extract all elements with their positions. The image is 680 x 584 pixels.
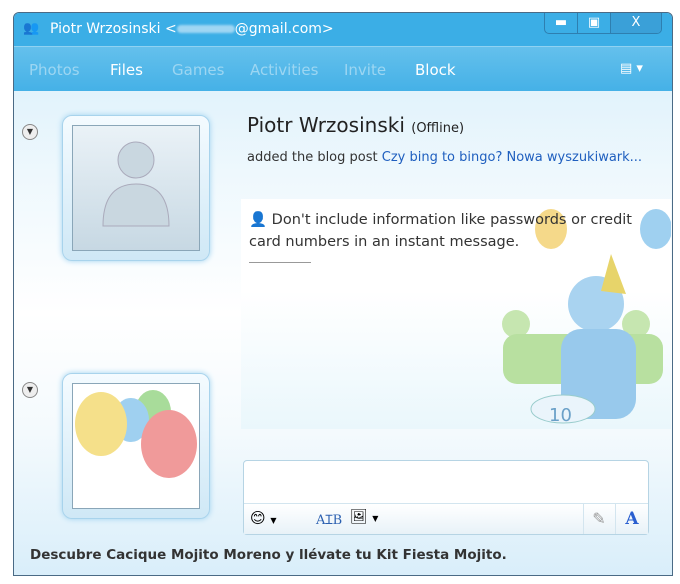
contact-name: Piotr Wrzosinski [247,113,405,137]
nav-photos[interactable]: Photos [29,61,80,79]
conversation-area: 10 👤 Don't include information like pass… [241,199,671,429]
title-name: Piotr Wrzosinski < [50,21,177,37]
cake-number: 10 [549,405,572,426]
collapse-my-picture[interactable]: ▼ [22,382,38,398]
nav-invite[interactable]: Invite [344,61,386,79]
title-email: @gmail.com> [234,21,334,37]
send-image-button[interactable]: 🖼 ▼ [350,509,378,525]
font-style-button[interactable]: AꞮB [316,510,342,528]
title-bar: 👥 Piotr Wrzosinski < @gmail.com> ▬ ▣ X [14,13,672,46]
blog-link[interactable]: Czy bing to bingo? Nowa wyszukiwark... [382,150,642,165]
messenger-window: 👥 Piotr Wrzosinski < @gmail.com> ▬ ▣ X Ph… [13,12,673,576]
minimize-button[interactable]: ▬ [545,13,577,33]
redacted-email [176,25,235,33]
input-toolbar: 😊 ▼ AꞮB 🖼 ▼ ✎ A [244,503,648,534]
my-display-picture[interactable] [62,373,210,519]
warning-icon: 👤 [249,212,268,228]
emoticon-button[interactable]: 😊 ▼ [250,509,277,527]
divider [249,262,311,263]
collapse-contact-picture[interactable]: ▼ [22,124,38,140]
messenger-icon: 👥 [23,21,40,36]
balloons-picture [75,390,197,478]
security-warning: 👤 Don't include information like passwor… [249,209,659,253]
contact-status: (Offline) [411,121,465,136]
contact-display-picture[interactable] [62,115,210,261]
nav-games[interactable]: Games [172,61,224,79]
maximize-button[interactable]: ▣ [577,13,610,33]
message-input[interactable]: 😊 ▼ AꞮB 🖼 ▼ ✎ A [243,460,649,535]
warning-text: Don't include information like passwords… [249,212,632,250]
font-button[interactable]: A [615,504,648,534]
close-button[interactable]: X [610,13,661,33]
nav-activities[interactable]: Activities [250,61,318,79]
handwriting-button[interactable]: ✎ [583,504,614,534]
ad-banner[interactable]: Descubre Cacique Mojito Moreno y llévate… [30,547,507,563]
nav-files[interactable]: Files [110,61,143,79]
default-user-icon [102,141,170,227]
nav-block[interactable]: Block [415,61,456,79]
action-bar: Photos Files Games Activities Invite Blo… [14,46,672,91]
menu-icon[interactable]: ▤ ▾ [620,61,643,76]
activity-text: added the blog post [247,150,378,165]
